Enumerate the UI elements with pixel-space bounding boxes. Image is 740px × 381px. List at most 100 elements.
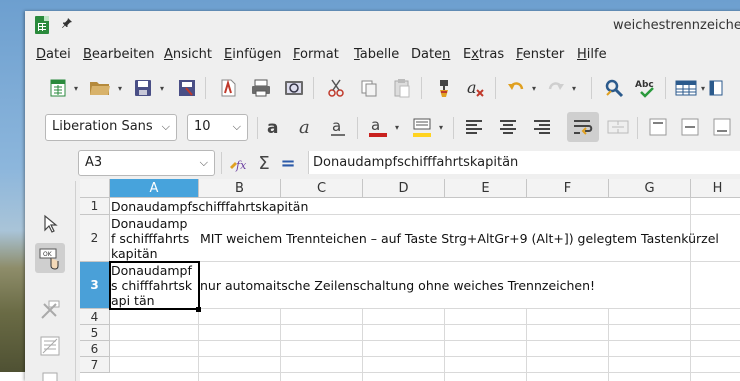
cell-a1[interactable]: Donaudampfschifffahrtskapitän bbox=[111, 199, 308, 214]
grid-line bbox=[362, 309, 363, 381]
menu-label-rest: infügen bbox=[232, 47, 282, 62]
column-header-b[interactable]: B bbox=[199, 179, 281, 198]
find-replace-icon[interactable] bbox=[601, 75, 627, 101]
highlight-dropdown-icon[interactable]: ▾ bbox=[437, 114, 445, 140]
column-header-d[interactable]: D bbox=[363, 179, 445, 198]
column-header-c[interactable]: C bbox=[281, 179, 363, 198]
align-center-icon[interactable] bbox=[495, 114, 521, 140]
print-icon[interactable] bbox=[248, 75, 274, 101]
redo-dropdown-icon[interactable]: ▾ bbox=[570, 75, 578, 101]
control-properties-icon[interactable] bbox=[37, 333, 63, 359]
column-header-e[interactable]: E bbox=[445, 179, 527, 198]
title-bar[interactable]: weichestrennzeichen bbox=[25, 11, 740, 41]
row-header-5[interactable]: 5 bbox=[80, 325, 110, 341]
properties-icon[interactable] bbox=[37, 367, 63, 381]
save-icon[interactable] bbox=[130, 75, 156, 101]
redo-icon[interactable] bbox=[543, 75, 569, 101]
grid-line bbox=[280, 309, 281, 381]
new-spreadsheet-icon[interactable] bbox=[45, 75, 71, 101]
row-dropdown-icon[interactable]: ▾ bbox=[699, 75, 707, 101]
menu-label-part: n bbox=[442, 47, 451, 62]
sum-icon[interactable]: Σ bbox=[251, 150, 277, 176]
fill-handle[interactable] bbox=[196, 307, 201, 312]
select-icon[interactable] bbox=[37, 211, 63, 237]
row-header-2[interactable]: 2 bbox=[80, 215, 110, 262]
bold-icon[interactable]: a bbox=[261, 114, 287, 140]
form-control-icon[interactable]: OK bbox=[35, 243, 65, 273]
clone-formatting-icon[interactable] bbox=[431, 75, 457, 101]
clear-formatting-icon[interactable]: a bbox=[463, 75, 489, 101]
menu-tabelle[interactable]: Tabelle bbox=[354, 47, 399, 62]
design-mode-icon[interactable] bbox=[37, 297, 63, 323]
row-header-6[interactable]: 6 bbox=[80, 341, 110, 357]
menu-datei[interactable]: Datei bbox=[36, 47, 71, 62]
spreadsheet-grid[interactable]: A B C D E F G H 1 2 3 4 5 6 7 Donaudampf… bbox=[80, 179, 740, 381]
open-folder-icon[interactable] bbox=[87, 75, 113, 101]
chevron-down-icon[interactable]: ⌵ bbox=[162, 115, 170, 139]
font-color-icon[interactable]: a bbox=[365, 114, 391, 140]
export-pdf-icon[interactable] bbox=[174, 75, 200, 101]
menu-daten[interactable]: Daten bbox=[411, 47, 450, 62]
align-middle-icon[interactable] bbox=[677, 114, 703, 140]
corner-select-all[interactable] bbox=[80, 179, 110, 198]
highlight-color-icon[interactable] bbox=[409, 114, 435, 140]
save-dropdown-icon[interactable]: ▾ bbox=[158, 75, 166, 101]
pin-icon[interactable] bbox=[61, 17, 73, 32]
menu-einfuegen[interactable]: Einfügen bbox=[224, 47, 281, 62]
menu-mnemonic: H bbox=[577, 47, 587, 62]
row-header-7[interactable]: 7 bbox=[80, 357, 110, 373]
cell-a2[interactable]: Donaudampf schifffahrts kapitän bbox=[111, 216, 191, 261]
menu-hilfe[interactable]: Hilfe bbox=[577, 47, 607, 62]
merge-cells-icon[interactable] bbox=[605, 114, 631, 140]
menu-label-rest: nsicht bbox=[172, 47, 213, 62]
menu-bearbeiten[interactable]: Bearbeiten bbox=[83, 47, 154, 62]
column-icon[interactable] bbox=[709, 75, 723, 101]
toolbar-separator bbox=[453, 117, 454, 139]
menu-ansicht[interactable]: Ansicht bbox=[164, 47, 212, 62]
row-header-4[interactable]: 4 bbox=[80, 309, 110, 325]
menu-fenster[interactable]: Fenster bbox=[516, 47, 564, 62]
menu-extras[interactable]: Extras bbox=[463, 47, 504, 62]
font-size-combobox[interactable]: 10 ⌵ bbox=[187, 114, 248, 141]
align-bottom-icon[interactable] bbox=[709, 114, 735, 140]
formula-input[interactable]: Donaudampfschifffahrtskapitän bbox=[308, 151, 740, 174]
chevron-down-icon[interactable]: ⌵ bbox=[200, 151, 208, 175]
spellcheck-icon[interactable]: Abc bbox=[633, 75, 659, 101]
undo-icon[interactable] bbox=[503, 75, 529, 101]
grid-line bbox=[690, 198, 691, 309]
font-color-dropdown-icon[interactable]: ▾ bbox=[393, 114, 401, 140]
align-right-icon[interactable] bbox=[529, 114, 555, 140]
column-header-a[interactable]: A bbox=[110, 179, 199, 198]
cell-b2[interactable]: MIT weichem Trennteichen – auf Taste Str… bbox=[200, 231, 719, 246]
undo-dropdown-icon[interactable]: ▾ bbox=[530, 75, 538, 101]
calc-app-icon bbox=[35, 16, 49, 34]
row-header-1[interactable]: 1 bbox=[80, 198, 110, 215]
cell-b3[interactable]: nur automaitsche Zeilenschaltung ohne we… bbox=[200, 278, 595, 293]
chevron-down-icon[interactable]: ⌵ bbox=[233, 115, 241, 139]
column-header-h[interactable]: H bbox=[691, 179, 740, 198]
menu-format[interactable]: Format bbox=[293, 47, 339, 62]
name-box[interactable]: A3 ⌵ bbox=[78, 150, 215, 176]
underline-icon[interactable]: a bbox=[325, 114, 351, 140]
new-dropdown-icon[interactable]: ▾ bbox=[72, 75, 80, 101]
wrap-text-icon[interactable] bbox=[567, 112, 599, 142]
menu-label-part: tras bbox=[478, 47, 505, 62]
export-directly-pdf-icon[interactable] bbox=[215, 75, 241, 101]
italic-icon[interactable]: a bbox=[293, 114, 319, 140]
svg-text:a: a bbox=[467, 78, 477, 97]
open-dropdown-icon[interactable]: ▾ bbox=[116, 75, 124, 101]
align-top-icon[interactable] bbox=[645, 114, 671, 140]
row-icon[interactable] bbox=[673, 75, 699, 101]
row-header-3[interactable]: 3 bbox=[80, 262, 110, 309]
formula-icon[interactable]: = bbox=[275, 150, 301, 176]
toolbar-separator bbox=[421, 77, 422, 99]
cut-icon[interactable] bbox=[323, 75, 349, 101]
print-preview-icon[interactable] bbox=[281, 75, 307, 101]
paste-icon[interactable] bbox=[389, 75, 415, 101]
align-left-icon[interactable] bbox=[461, 114, 487, 140]
copy-icon[interactable] bbox=[356, 75, 382, 101]
column-header-f[interactable]: F bbox=[527, 179, 609, 198]
font-name-combobox[interactable]: Liberation Sans ⌵ bbox=[45, 114, 177, 141]
column-header-g[interactable]: G bbox=[609, 179, 691, 198]
function-wizard-icon[interactable]: fx bbox=[225, 150, 251, 176]
